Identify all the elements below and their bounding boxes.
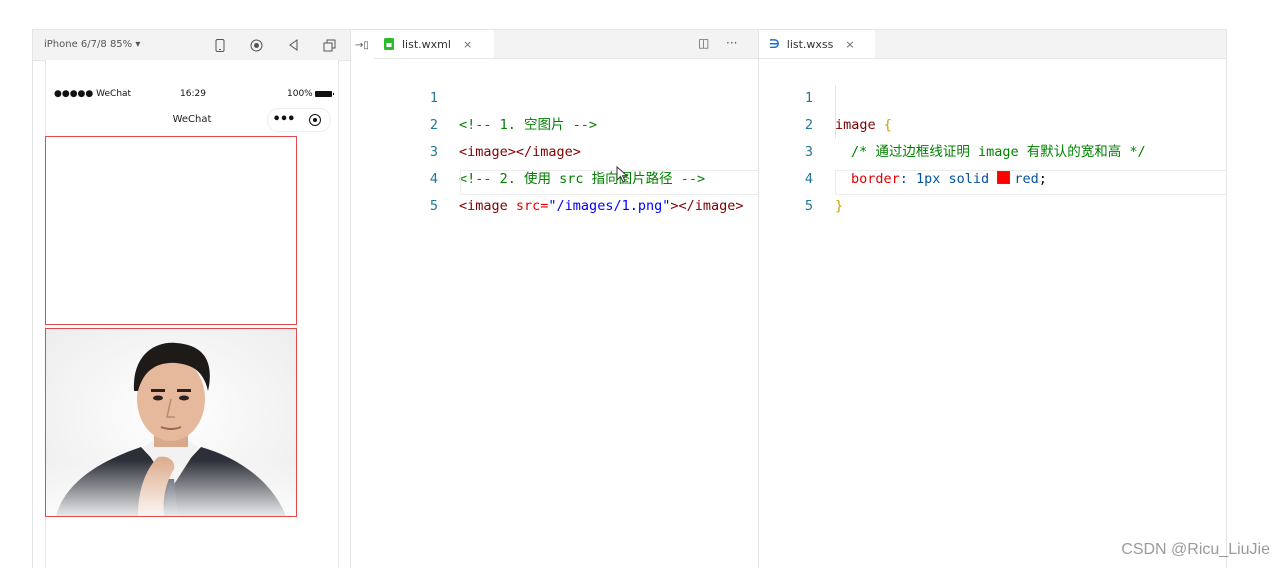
- portrait-image: [45, 328, 297, 517]
- code-token: "/images/1.png": [548, 198, 671, 214]
- empty-image-box: [45, 136, 297, 325]
- code-line: 1 image {: [759, 58, 892, 133]
- wxml-editor: list.wxml × ◫ ··· 1 <!-- 1. 空图片 --> 2 <i…: [374, 30, 759, 568]
- tab-label: list.wxss: [786, 37, 834, 51]
- code-line: 5: [759, 166, 824, 214]
- tab-list-wxss[interactable]: ∋ list.wxss ×: [759, 30, 875, 58]
- more-actions-icon[interactable]: ···: [726, 36, 737, 50]
- record-icon[interactable]: [248, 37, 264, 53]
- detach-window-icon[interactable]: [321, 37, 337, 53]
- wxml-file-icon: [384, 38, 394, 50]
- battery-label: 100%: [287, 89, 313, 99]
- devtools-window: iPhone 6/7/8 85% ▾ →▯ ●●●●● WeChat 16:29…: [32, 29, 1227, 568]
- split-editor-icon[interactable]: ◫: [698, 36, 709, 50]
- tab-close-button[interactable]: ×: [463, 38, 472, 51]
- code-line: 3 <!-- 2. 使用 src 指向图片路径 -->: [374, 112, 705, 187]
- battery-indicator: 100%: [287, 89, 334, 99]
- dock-arrow-icon[interactable]: →▯: [354, 37, 370, 53]
- volume-icon[interactable]: [285, 37, 301, 53]
- code-line: 1 <!-- 1. 空图片 -->: [374, 58, 597, 133]
- carrier-label: ●●●●● WeChat: [54, 89, 132, 99]
- code-token-group: <image src="/images/1.png"></image>: [459, 193, 744, 220]
- code-line: 2 <image></image>: [374, 85, 581, 160]
- code-token: }: [835, 198, 844, 214]
- portrait-photo-icon: [46, 329, 296, 516]
- phone-status-bar: ●●●●● WeChat 16:29 100%: [46, 88, 338, 102]
- code-line: 2 /* 通过边框线证明 image 有默认的宽和高 */: [759, 85, 1146, 160]
- simulator-toolbar: iPhone 6/7/8 85% ▾ →▯: [33, 30, 369, 61]
- code-token: ></image>: [670, 198, 744, 214]
- wechat-navbar: WeChat •••: [46, 108, 338, 134]
- device-select[interactable]: iPhone 6/7/8 85% ▾: [44, 39, 140, 50]
- tab-close-button[interactable]: ×: [845, 38, 854, 51]
- wxss-file-icon: ∋: [769, 37, 780, 51]
- code-line: 3 border: 1px solid red;: [759, 112, 1047, 187]
- simulator-panel: iPhone 6/7/8 85% ▾ →▯ ●●●●● WeChat 16:29…: [33, 30, 369, 568]
- wxml-tabbar: list.wxml × ◫ ···: [374, 30, 758, 59]
- phone-screen: ●●●●● WeChat 16:29 100% WeChat •••: [45, 60, 339, 568]
- panel-divider[interactable]: [350, 30, 351, 568]
- current-line-highlight: [460, 170, 759, 195]
- code-token: /* 通过边框线证明 image 有默认的宽和高 */: [851, 144, 1146, 160]
- clock-label: 16:29: [180, 89, 206, 99]
- code-line: 5: [374, 166, 439, 214]
- code-token: src=: [507, 198, 549, 214]
- battery-icon: [314, 91, 334, 97]
- code-line: 4 }: [759, 139, 843, 214]
- mouse-cursor-icon: [616, 166, 629, 183]
- code-token: <!-- 1. 空图片 -->: [459, 117, 598, 133]
- code-line: 4 <image src="/images/1.png"></image>: [374, 139, 744, 214]
- close-miniprogram-button[interactable]: [299, 114, 330, 126]
- wxss-editor: ∋ list.wxss × 1 image { 2 /* 通过边框线证明 ima…: [759, 30, 1227, 568]
- menu-capsule: •••: [267, 108, 331, 132]
- tab-label: list.wxml: [402, 37, 451, 51]
- code-token: image: [835, 117, 876, 133]
- wxss-tabbar: ∋ list.wxss ×: [759, 30, 1226, 59]
- close-circle-icon: [308, 114, 321, 126]
- phone-icon[interactable]: [212, 37, 228, 53]
- code-token: {: [875, 117, 892, 133]
- code-token: <image: [459, 198, 508, 214]
- more-menu-button[interactable]: •••: [268, 109, 299, 131]
- code-token: <image></image>: [459, 144, 581, 160]
- tab-list-wxml[interactable]: list.wxml ×: [374, 30, 494, 58]
- line-number: 5: [429, 198, 438, 214]
- watermark: CSDN @Ricu_LiuJie: [1121, 541, 1270, 558]
- line-number: 5: [804, 198, 813, 214]
- current-line-highlight: [835, 170, 1227, 195]
